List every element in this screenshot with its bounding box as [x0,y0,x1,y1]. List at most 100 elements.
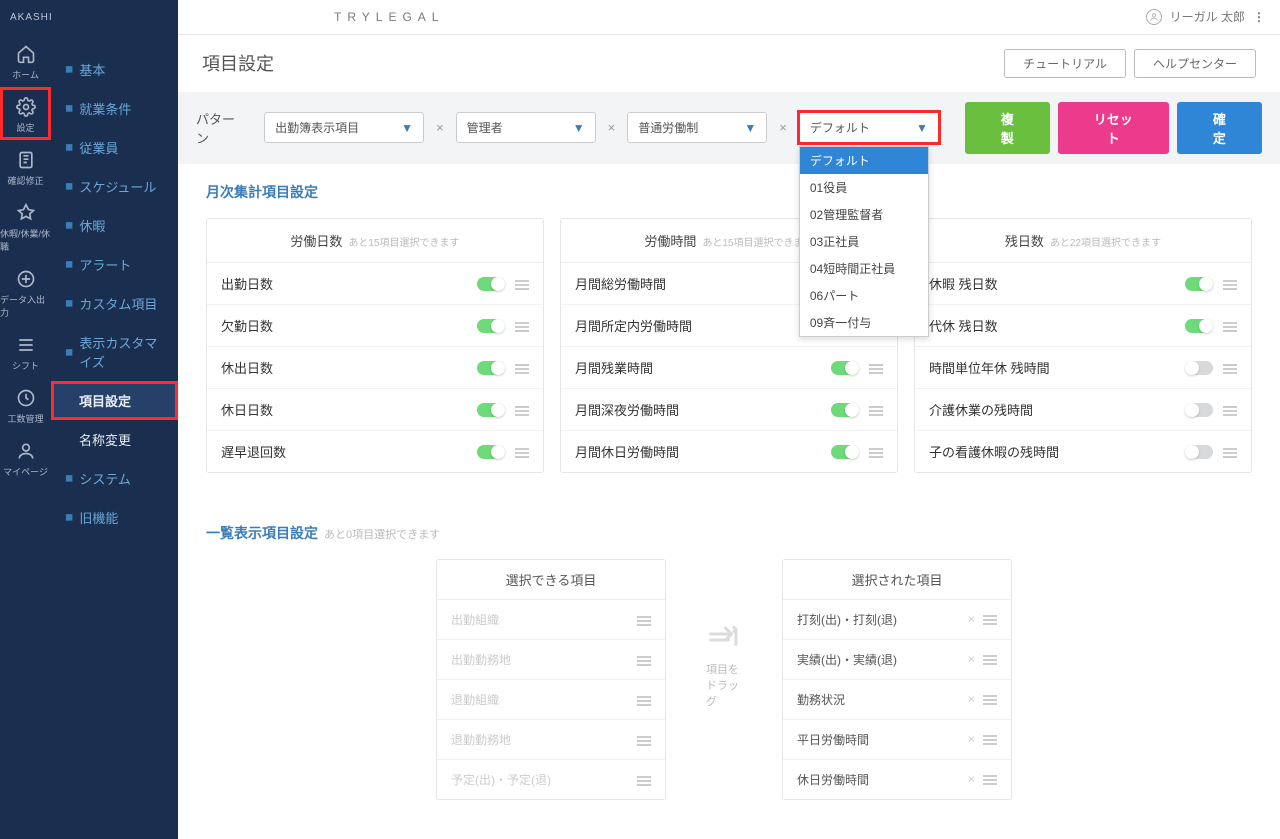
available-row[interactable]: 予定(出)・予定(退) [437,760,665,799]
dropdown-option[interactable]: 09斉一付与 [800,309,928,336]
toggle[interactable] [1185,445,1213,459]
sidebar-item[interactable]: ◼基本 [51,50,178,89]
drag-handle-icon[interactable] [1223,278,1237,288]
clear-worktype[interactable]: × [775,120,791,135]
toggle[interactable] [477,361,505,375]
sidebar-item[interactable]: ◼就業条件 [51,89,178,128]
sidebar-item[interactable]: ◼休暇 [51,206,178,245]
kebab-icon[interactable]: ⋮ [1253,10,1264,24]
toggle[interactable] [1185,403,1213,417]
available-row[interactable]: 出勤組織 [437,600,665,640]
sidebar-sub-item[interactable]: 名称変更 [51,420,178,459]
select-default[interactable]: デフォルト▼ [799,112,939,143]
selected-row[interactable]: 平日労働時間× [783,720,1011,760]
select-pattern[interactable]: 出勤簿表示項目▼ [264,112,424,143]
remove-icon[interactable]: × [968,652,975,666]
selected-row[interactable]: 打刻(出)・打刻(退)× [783,600,1011,640]
drag-handle-icon[interactable] [637,614,651,624]
selected-row[interactable]: 勤務状況× [783,680,1011,720]
sidebar-item[interactable]: ◼アラート [51,245,178,284]
toggle[interactable] [1185,277,1213,291]
toggle[interactable] [1185,319,1213,333]
remove-icon[interactable]: × [968,772,975,786]
dropdown-option[interactable]: 02管理監督者 [800,201,928,228]
rail-home[interactable]: ホーム [0,34,51,87]
available-row[interactable]: 出勤勤務地 [437,640,665,680]
sidebar-item[interactable]: ◼表示カスタマイズ [51,323,178,381]
toggle[interactable] [1185,361,1213,375]
card-row: 月間深夜労働時間 [561,389,897,431]
drag-handle-icon[interactable] [637,694,651,704]
toggle[interactable] [477,445,505,459]
drag-handle-icon[interactable] [983,693,997,703]
toggle[interactable] [477,319,505,333]
drag-handle-icon[interactable] [515,362,529,372]
rail-work[interactable]: 工数管理 [0,378,51,431]
select-worktype[interactable]: 普通労働制▼ [627,112,767,143]
drag-handle-icon[interactable] [637,654,651,664]
toggle[interactable] [831,445,859,459]
drag-handle-icon[interactable] [983,733,997,743]
toggle[interactable] [477,277,505,291]
dropdown-option[interactable]: 03正社員 [800,228,928,255]
rail-settings[interactable]: 設定 [0,87,51,140]
tutorial-button[interactable]: チュートリアル [1004,49,1126,78]
clock-icon [16,388,36,408]
dropdown-option[interactable]: 06パート [800,282,928,309]
user-block[interactable]: リーガル 太郎 ⋮ [1146,8,1264,25]
remove-icon[interactable]: × [968,732,975,746]
rail-approve[interactable]: 確認修正 [0,140,51,193]
rail-leave[interactable]: 休暇/休業/休職 [0,193,51,259]
toggle[interactable] [477,403,505,417]
drag-handle-icon[interactable] [983,653,997,663]
clear-pattern[interactable]: × [432,120,448,135]
available-row[interactable]: 退勤勤務地 [437,720,665,760]
drag-handle-icon[interactable] [1223,320,1237,330]
select-default-wrap: デフォルト▼ デフォルト01役員02管理監督者03正社員04短時間正社員06パー… [799,112,939,143]
sidebar-item[interactable]: ◼カスタム項目 [51,284,178,323]
drag-handle-icon[interactable] [1223,362,1237,372]
drag-handle-icon[interactable] [515,278,529,288]
sidebar-item[interactable]: ◼旧機能 [51,498,178,537]
selected-row[interactable]: 実績(出)・実績(退)× [783,640,1011,680]
help-button[interactable]: ヘルプセンター [1134,49,1256,78]
drag-handle-icon[interactable] [983,773,997,783]
remove-icon[interactable]: × [968,612,975,626]
drag-handle-icon[interactable] [869,362,883,372]
sidebar-item[interactable]: ◼従業員 [51,128,178,167]
drag-handle-icon[interactable] [637,734,651,744]
clear-role[interactable]: × [604,120,620,135]
sidebar-item[interactable]: ◼システム [51,459,178,498]
dropdown-option[interactable]: 04短時間正社員 [800,255,928,282]
select-role[interactable]: 管理者▼ [456,112,596,143]
copy-button[interactable]: 複製 [965,102,1050,154]
rail-shift[interactable]: シフト [0,325,51,378]
toggle[interactable] [831,361,859,375]
sidebar-sub-item[interactable]: 項目設定 [51,381,178,420]
card-row: 代休 残日数 [915,305,1251,347]
dropdown-option[interactable]: デフォルト [800,147,928,174]
drag-handle-icon[interactable] [869,404,883,414]
sidebar-item[interactable]: ◼スケジュール [51,167,178,206]
drag-handle-icon[interactable] [869,446,883,456]
drag-handle-icon[interactable] [515,320,529,330]
toggle[interactable] [831,403,859,417]
remove-icon[interactable]: × [968,692,975,706]
rail-io[interactable]: データ入出力 [0,259,51,325]
drag-handle-icon[interactable] [637,774,651,784]
reset-button[interactable]: リセット [1058,102,1169,154]
rail-mypage[interactable]: マイページ [0,431,51,484]
card: 労働日数あと15項目選択できます出勤日数欠勤日数休出日数休日日数遅早退回数 [206,218,544,473]
confirm-button[interactable]: 確定 [1177,102,1262,154]
drag-handle-icon[interactable] [515,446,529,456]
available-row[interactable]: 退勤組織 [437,680,665,720]
dropdown-option[interactable]: 01役員 [800,174,928,201]
drag-handle-icon[interactable] [515,404,529,414]
drag-handle-icon[interactable] [1223,446,1237,456]
plus-icon: ◼ [65,512,73,523]
drag-handle-icon[interactable] [1223,404,1237,414]
card-head: 残日数あと22項目選択できます [915,219,1251,263]
drag-handle-icon[interactable] [983,613,997,623]
available-card: 選択できる項目 出勤組織出勤勤務地退勤組織退勤勤務地予定(出)・予定(退) [436,559,666,800]
selected-row[interactable]: 休日労働時間× [783,760,1011,799]
